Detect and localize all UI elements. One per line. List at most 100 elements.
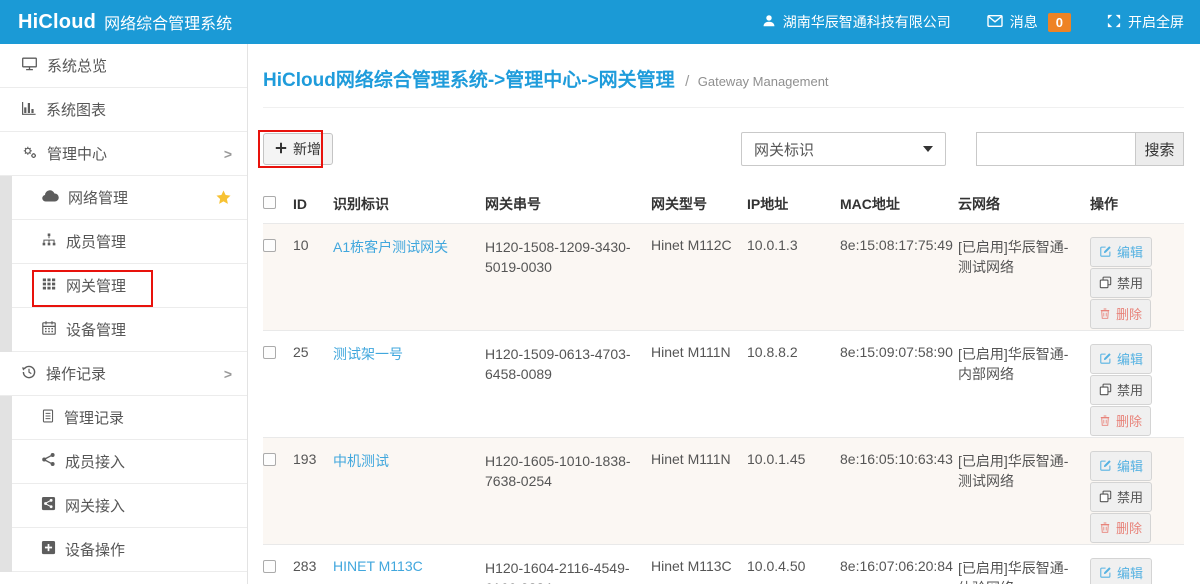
- gears-icon: [21, 144, 38, 164]
- col-header-mac: MAC地址: [840, 194, 958, 214]
- disable-button[interactable]: 禁用: [1090, 268, 1152, 298]
- edit-button[interactable]: 编辑: [1090, 237, 1152, 267]
- gateway-table: ID 识别标识 网关串号 网关型号 IP地址 MAC地址 云网络 操作 10 A…: [263, 184, 1184, 584]
- sidebar-item-label: 网络管理: [68, 187, 128, 208]
- cloud-icon: [41, 189, 59, 207]
- edit-button[interactable]: 编辑: [1090, 451, 1152, 481]
- sidebar-item-network-management[interactable]: 网络管理: [12, 176, 247, 220]
- cell-mac: 8e:16:07:06:20:84: [840, 558, 958, 584]
- messages-menu[interactable]: 消息 0: [987, 12, 1071, 32]
- edit-button-label: 编辑: [1117, 563, 1143, 582]
- cell-network: [已启用]华辰智通-测试网络: [958, 237, 1090, 330]
- sidebar-item-device-operations[interactable]: 设备操作: [12, 528, 247, 572]
- sidebar-item-label: 网关管理: [66, 275, 126, 296]
- sidebar-item-label: 成员接入: [65, 451, 125, 472]
- col-header-network: 云网络: [958, 194, 1090, 214]
- edit-button-label: 编辑: [1117, 349, 1143, 368]
- user-icon: [762, 13, 776, 31]
- add-button[interactable]: 新增: [263, 133, 333, 165]
- calendar-icon: [41, 320, 57, 340]
- cell-serial: H120-1604-2116-4549-6166-0234: [485, 558, 651, 584]
- disable-button-label: 禁用: [1117, 273, 1143, 292]
- sidebar-item-gateway-management[interactable]: 网关管理: [12, 264, 247, 308]
- table-row: 193 中机测试 H120-1605-1010-1838-7638-0254 H…: [263, 438, 1184, 545]
- table-row: 10 A1栋客户测试网关 H120-1508-1209-3430-5019-00…: [263, 224, 1184, 331]
- search-input[interactable]: [976, 132, 1135, 166]
- cell-ip: 10.0.1.45: [747, 451, 840, 544]
- sitemap-icon: [41, 232, 57, 251]
- plus-icon: [275, 141, 287, 157]
- page-title: HiCloud网络综合管理系统->管理中心->网关管理: [263, 70, 675, 91]
- sidebar-item-label: 管理记录: [64, 407, 124, 428]
- account-menu[interactable]: 湖南华辰智通科技有限公司: [762, 12, 951, 32]
- select-all-checkbox[interactable]: [263, 196, 276, 209]
- cell-id: 25: [293, 344, 333, 437]
- gateway-name-link[interactable]: A1栋客户测试网关: [333, 239, 448, 255]
- sidebar-item-admin-records[interactable]: 管理记录: [12, 396, 247, 440]
- brand-logo: HiCloud: [18, 11, 96, 34]
- gateway-name-link[interactable]: HINET M113C: [333, 558, 423, 574]
- row-checkbox[interactable]: [263, 560, 276, 573]
- sidebar-item-operation-records[interactable]: 操作记录 >: [0, 352, 247, 396]
- sidebar-item-member-access[interactable]: 成员接入: [12, 440, 247, 484]
- chevron-right-icon: >: [224, 366, 232, 382]
- fullscreen-button[interactable]: 开启全屏: [1107, 12, 1184, 32]
- gateway-name-link[interactable]: 测试架一号: [333, 346, 403, 362]
- sidebar-item-admin-center[interactable]: 管理中心 >: [0, 132, 247, 176]
- cell-model: Hinet M111N: [651, 451, 747, 544]
- search-button[interactable]: 搜索: [1135, 132, 1184, 166]
- disable-button[interactable]: 禁用: [1090, 375, 1152, 405]
- top-bar: HiCloud 网络综合管理系统 湖南华辰智通科技有限公司 消息 0 开启全屏: [0, 0, 1200, 44]
- sidebar-item-label: 系统总览: [47, 55, 107, 76]
- breadcrumb-separator: /: [685, 73, 689, 90]
- cell-id: 193: [293, 451, 333, 544]
- sidebar-item-device-management[interactable]: 设备管理: [12, 308, 247, 352]
- cell-mac: 8e:16:05:10:63:43: [840, 451, 958, 544]
- disable-button[interactable]: 禁用: [1090, 482, 1152, 512]
- delete-button[interactable]: 删除: [1090, 406, 1151, 436]
- sidebar-item-label: 操作记录: [46, 363, 106, 384]
- cell-serial: H120-1509-0613-4703-6458-0089: [485, 344, 651, 437]
- table-row: 283 HINET M113C H120-1604-2116-4549-6166…: [263, 545, 1184, 584]
- edit-button-label: 编辑: [1117, 242, 1143, 261]
- cell-ip: 10.8.8.2: [747, 344, 840, 437]
- star-icon[interactable]: [215, 189, 232, 206]
- table-header-row: ID 识别标识 网关串号 网关型号 IP地址 MAC地址 云网络 操作: [263, 184, 1184, 224]
- edit-button[interactable]: 编辑: [1090, 344, 1152, 374]
- file-icon: [41, 408, 55, 428]
- filter-field-select[interactable]: 网关标识: [741, 132, 946, 166]
- filter-selected-value: 网关标识: [754, 139, 814, 160]
- row-checkbox[interactable]: [263, 346, 276, 359]
- sidebar-item-system-charts[interactable]: 系统图表: [0, 88, 247, 132]
- delete-button-label: 删除: [1116, 518, 1142, 537]
- delete-button[interactable]: 删除: [1090, 513, 1151, 543]
- edit-button-label: 编辑: [1117, 456, 1143, 475]
- history-icon: [21, 364, 37, 384]
- cell-network: [已启用]华辰智通-体验网络: [958, 558, 1090, 584]
- row-checkbox[interactable]: [263, 239, 276, 252]
- cell-id: 10: [293, 237, 333, 330]
- sidebar-item-label: 设备操作: [65, 539, 125, 560]
- cell-mac: 8e:15:08:17:75:49: [840, 237, 958, 330]
- delete-button[interactable]: 删除: [1090, 299, 1151, 329]
- cell-ip: 10.0.4.50: [747, 558, 840, 584]
- sidebar-item-label: 设备管理: [66, 319, 126, 340]
- col-header-actions: 操作: [1090, 194, 1184, 214]
- sidebar-item-system-overview[interactable]: 系统总览: [0, 44, 247, 88]
- table-toolbar: 新增 网关标识 搜索: [263, 132, 1184, 166]
- chevron-right-icon: >: [224, 146, 232, 162]
- edit-button[interactable]: 编辑: [1090, 558, 1152, 584]
- row-checkbox[interactable]: [263, 453, 276, 466]
- col-header-ip: IP地址: [747, 194, 840, 214]
- app-title: 网络综合管理系统: [104, 10, 232, 34]
- fullscreen-label: 开启全屏: [1128, 12, 1184, 32]
- sidebar-item-gateway-access[interactable]: 网关接入: [12, 484, 247, 528]
- envelope-icon: [987, 14, 1003, 31]
- delete-button-label: 删除: [1116, 304, 1142, 323]
- gateway-name-link[interactable]: 中机测试: [333, 453, 389, 469]
- share-square-icon: [41, 496, 56, 515]
- sidebar-item-member-management[interactable]: 成员管理: [12, 220, 247, 264]
- cell-id: 283: [293, 558, 333, 584]
- desktop-icon: [21, 56, 38, 76]
- plus-square-icon: [41, 540, 56, 559]
